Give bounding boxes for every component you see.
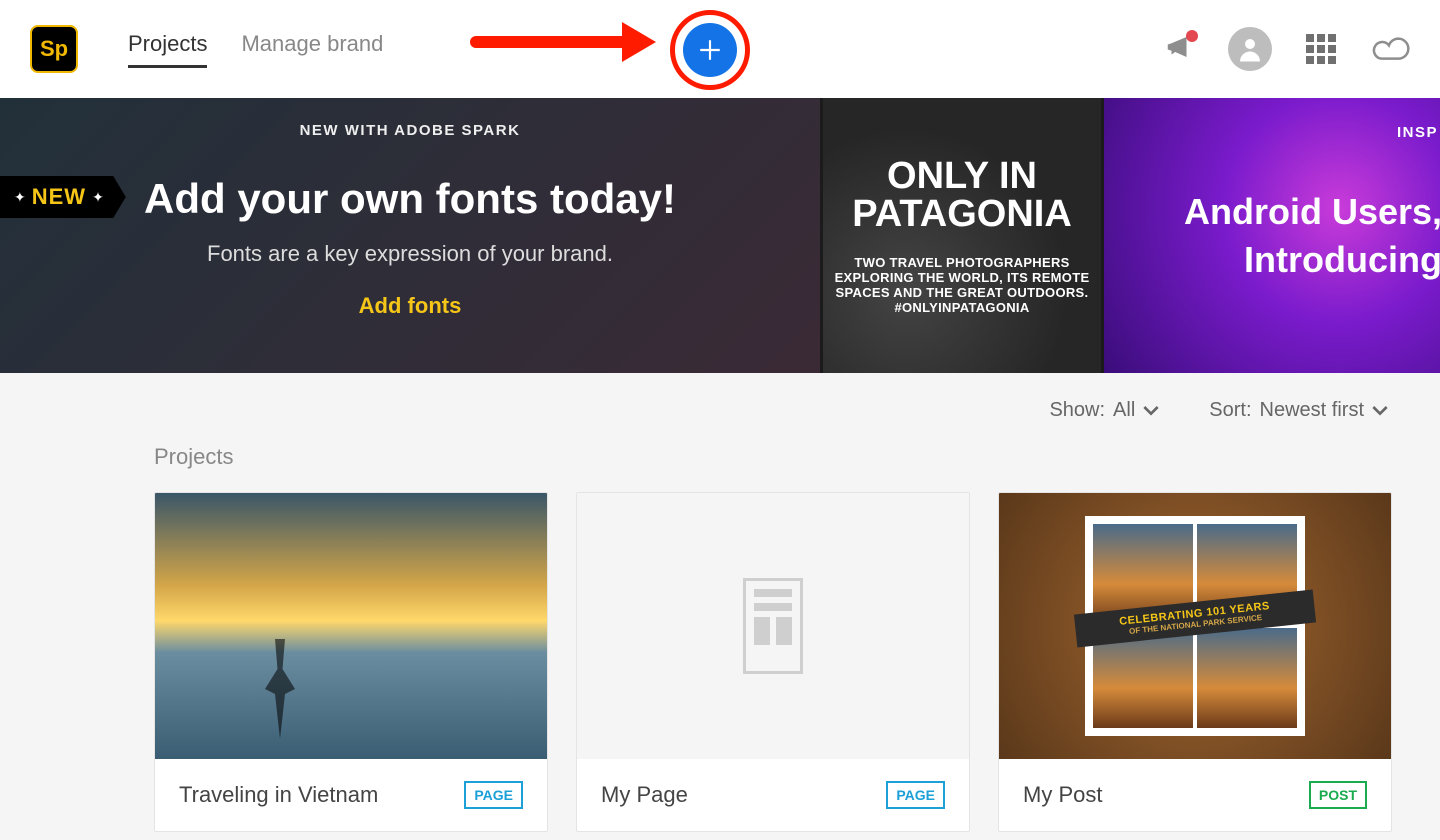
- create-button-highlight: [670, 10, 750, 90]
- annotation-arrow: [470, 36, 630, 48]
- sparkle-icon: ✦: [14, 189, 26, 206]
- project-title: Traveling in Vietnam: [179, 782, 378, 808]
- chevron-down-icon: [1143, 403, 1159, 419]
- banner3-line-2: Introducing: [1184, 239, 1440, 281]
- list-controls: Show: All Sort: Newest first: [0, 373, 1440, 422]
- type-badge: POST: [1309, 781, 1367, 809]
- top-bar: Sp Projects Manage brand: [0, 0, 1440, 98]
- project-title: My Page: [601, 782, 688, 808]
- banner-eyebrow: NEW WITH ADOBE SPARK: [0, 122, 820, 139]
- type-badge: PAGE: [464, 781, 523, 809]
- notifications-button[interactable]: [1164, 32, 1194, 67]
- new-badge-text: NEW: [32, 184, 86, 210]
- banner-patagonia[interactable]: ONLY IN PATAGONIA TWO TRAVEL PHOTOGRAPHE…: [823, 98, 1101, 373]
- chevron-down-icon: [1372, 403, 1388, 419]
- creative-cloud-button[interactable]: [1370, 33, 1410, 66]
- banner3-eyebrow: INSP: [1397, 124, 1438, 141]
- project-card[interactable]: CELEBRATING 101 YEARS OF THE NATIONAL PA…: [998, 492, 1392, 832]
- project-card[interactable]: My Page PAGE: [576, 492, 970, 832]
- notification-dot: [1186, 30, 1198, 42]
- show-label: Show:: [1049, 399, 1105, 422]
- sparkle-icon: ✦: [92, 189, 104, 206]
- banner-subtext: Fonts are a key expression of your brand…: [0, 241, 820, 267]
- project-thumbnail: CELEBRATING 101 YEARS OF THE NATIONAL PA…: [999, 493, 1391, 759]
- creative-cloud-icon: [1370, 33, 1410, 61]
- nav-manage-brand[interactable]: Manage brand: [241, 31, 383, 68]
- main-nav: Projects Manage brand: [128, 31, 383, 68]
- project-card[interactable]: Traveling in Vietnam PAGE: [154, 492, 548, 832]
- show-filter[interactable]: Show: All: [1049, 399, 1159, 422]
- banner-fonts[interactable]: ✦ NEW ✦ NEW WITH ADOBE SPARK Add your ow…: [0, 98, 820, 373]
- add-fonts-link[interactable]: Add fonts: [359, 293, 462, 319]
- banner2-title-2: PATAGONIA: [831, 195, 1093, 233]
- person-icon: [1235, 34, 1265, 64]
- nav-projects[interactable]: Projects: [128, 31, 207, 68]
- banner-carousel: ✦ NEW ✦ NEW WITH ADOBE SPARK Add your ow…: [0, 98, 1440, 373]
- sort-value: Newest first: [1260, 399, 1364, 422]
- sort-label: Sort:: [1209, 399, 1251, 422]
- collage-graphic: CELEBRATING 101 YEARS OF THE NATIONAL PA…: [1085, 516, 1305, 736]
- apps-grid-button[interactable]: [1306, 34, 1336, 64]
- top-right-actions: [1164, 27, 1410, 71]
- card-footer: My Page PAGE: [577, 759, 969, 831]
- card-footer: My Post POST: [999, 759, 1391, 831]
- logo-text: Sp: [40, 36, 68, 62]
- project-thumbnail: [155, 493, 547, 759]
- banner2-caption: TWO TRAVEL PHOTOGRAPHERS EXPLORING THE W…: [831, 255, 1093, 315]
- page-placeholder-icon: [743, 578, 803, 674]
- profile-button[interactable]: [1228, 27, 1272, 71]
- new-badge: ✦ NEW ✦: [0, 176, 126, 218]
- plus-icon: [697, 37, 723, 63]
- banner2-title-1: ONLY IN: [831, 157, 1093, 195]
- type-badge: PAGE: [886, 781, 945, 809]
- section-title: Projects: [0, 422, 1440, 492]
- project-title: My Post: [1023, 782, 1102, 808]
- project-thumbnail: [577, 493, 969, 759]
- spark-logo[interactable]: Sp: [30, 25, 78, 73]
- banner-android[interactable]: INSP Android Users, Introducing: [1104, 98, 1440, 373]
- sort-control[interactable]: Sort: Newest first: [1209, 399, 1388, 422]
- card-footer: Traveling in Vietnam PAGE: [155, 759, 547, 831]
- show-value: All: [1113, 399, 1135, 422]
- project-cards: Traveling in Vietnam PAGE My Page PAGE C…: [0, 492, 1440, 832]
- create-button[interactable]: [683, 23, 737, 77]
- banner3-line-1: Android Users,: [1184, 191, 1440, 233]
